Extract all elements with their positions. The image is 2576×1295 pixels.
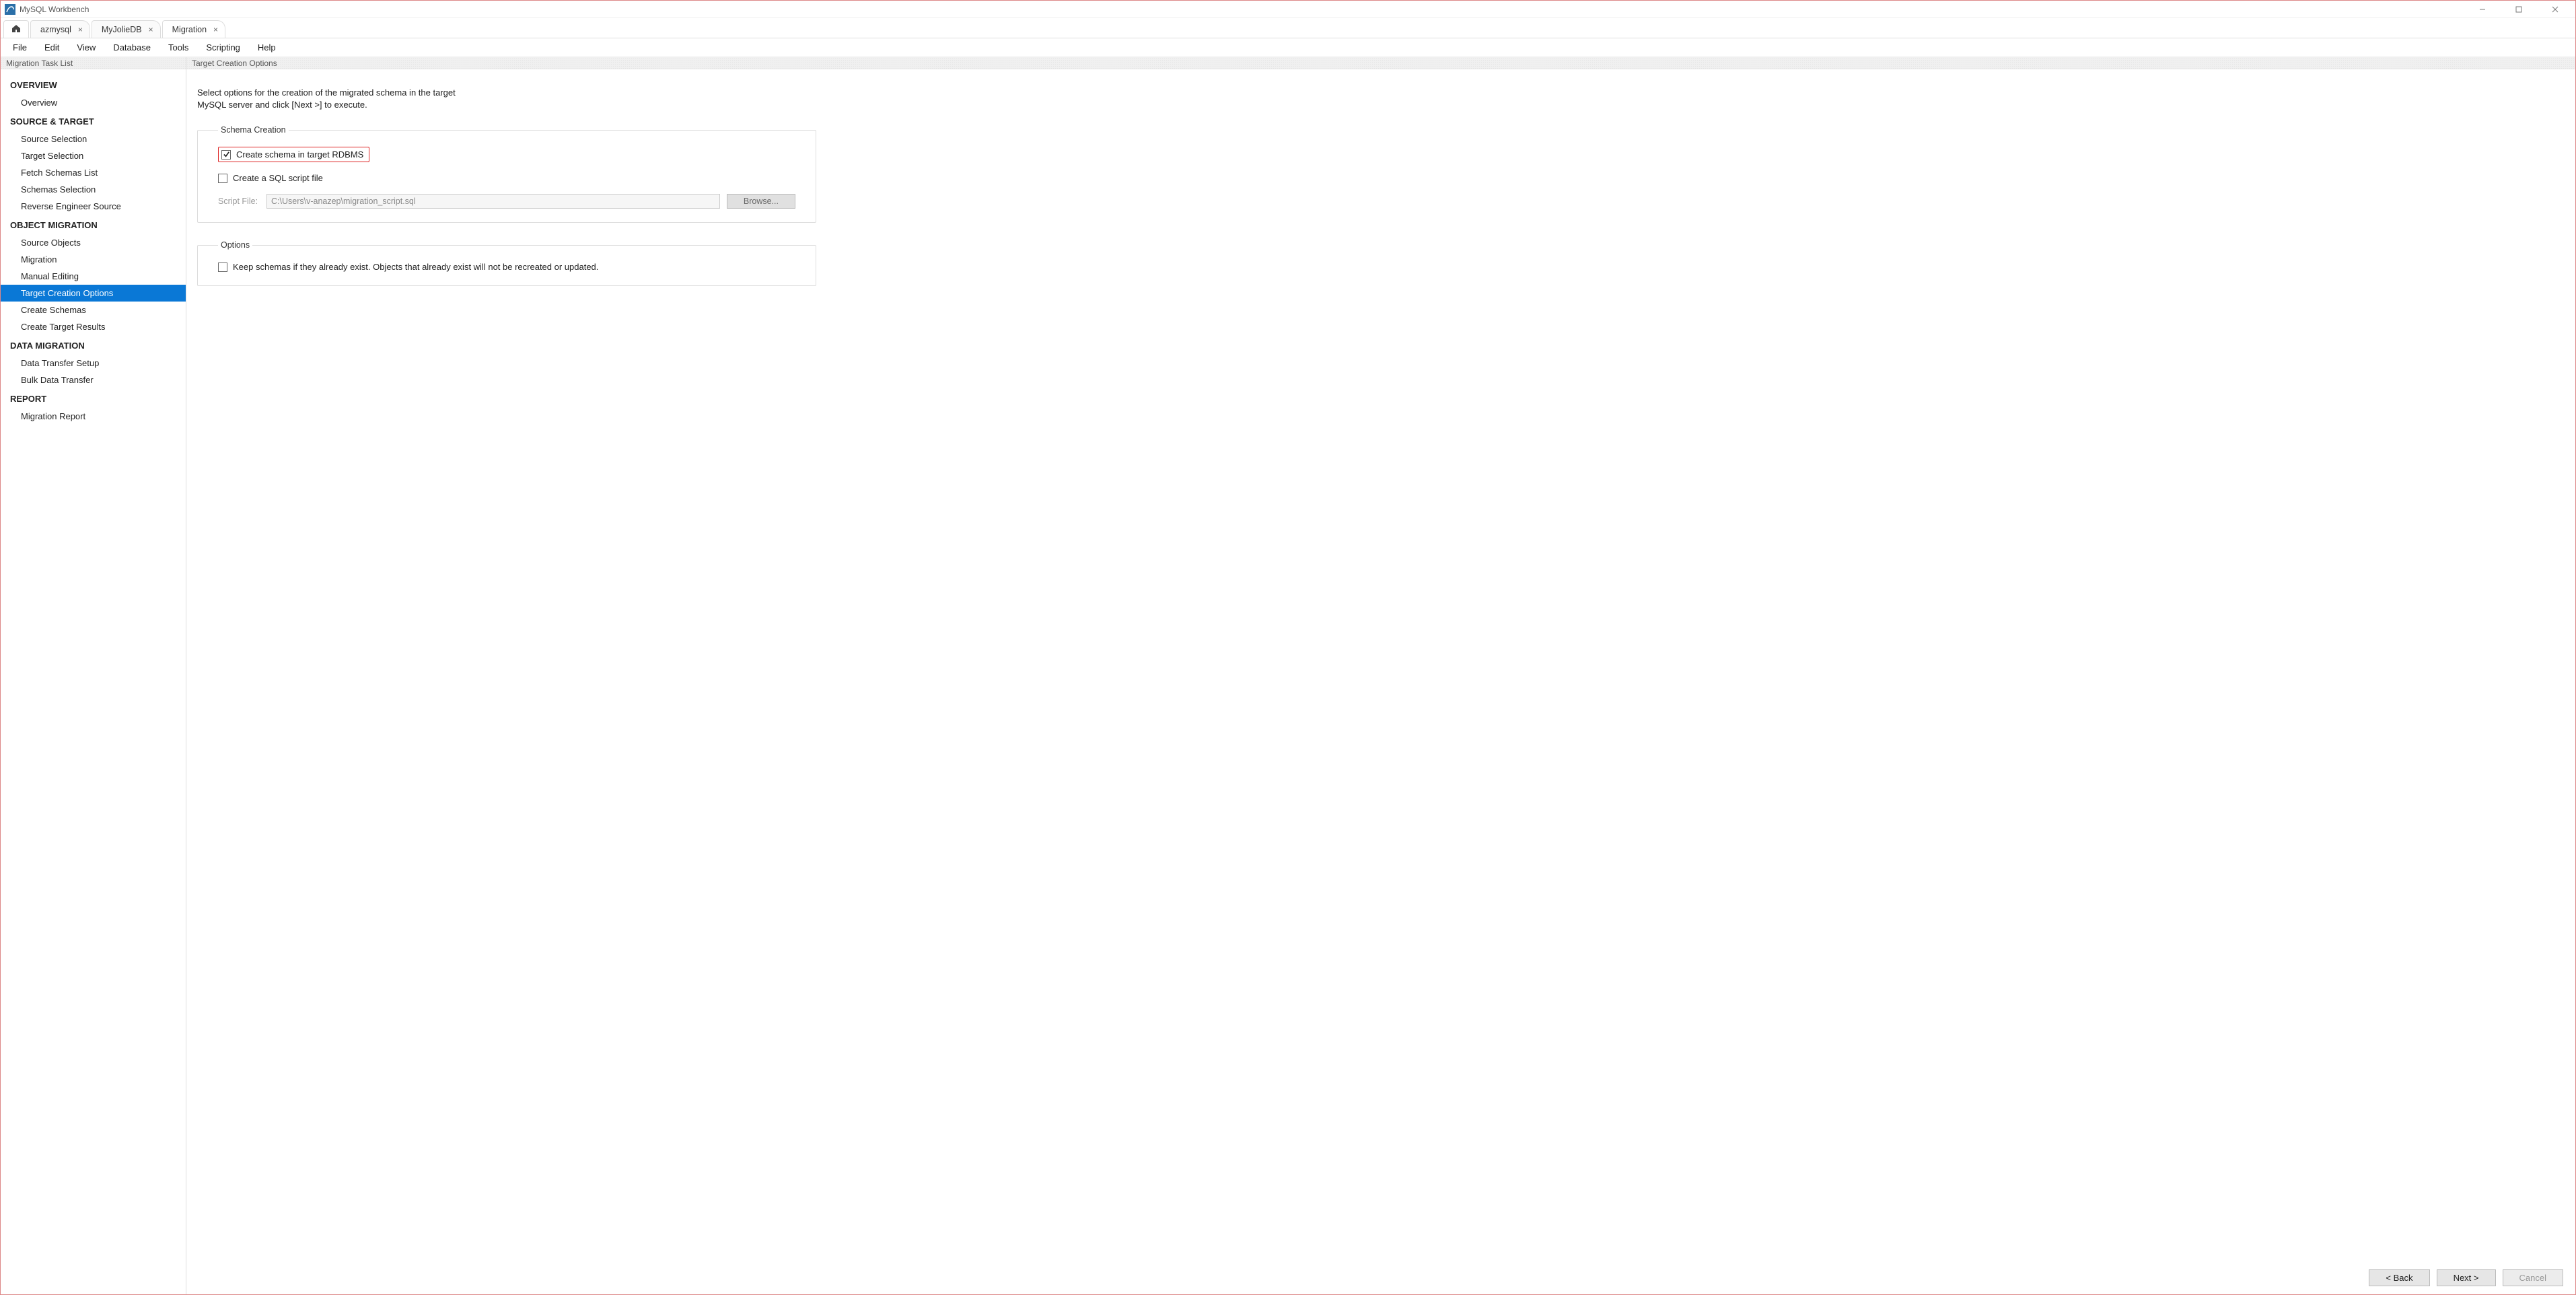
instruction-text: Select options for the creation of the m… xyxy=(197,87,2565,110)
task-group-overview: OVERVIEW xyxy=(1,75,186,94)
sidebar: Migration Task List OVERVIEW Overview SO… xyxy=(1,57,186,1294)
task-migration-report[interactable]: Migration Report xyxy=(1,408,186,425)
task-create-target-results[interactable]: Create Target Results xyxy=(1,318,186,335)
task-source-objects[interactable]: Source Objects xyxy=(1,234,186,251)
options-legend: Options xyxy=(218,240,252,250)
content-area: Migration Task List OVERVIEW Overview SO… xyxy=(1,57,2575,1294)
task-data-transfer-setup[interactable]: Data Transfer Setup xyxy=(1,355,186,372)
browse-button: Browse... xyxy=(727,194,795,209)
task-migration[interactable]: Migration xyxy=(1,251,186,268)
keep-schemas-checkbox[interactable] xyxy=(218,262,227,272)
create-schema-label: Create schema in target RDBMS xyxy=(236,149,363,160)
task-group-object-migration: OBJECT MIGRATION xyxy=(1,215,186,234)
task-group-source-target: SOURCE & TARGET xyxy=(1,111,186,131)
tab-label: MyJolieDB xyxy=(102,25,142,34)
app-icon xyxy=(5,4,15,15)
task-target-selection[interactable]: Target Selection xyxy=(1,147,186,164)
create-script-checkbox[interactable] xyxy=(218,174,227,183)
close-icon[interactable]: × xyxy=(213,26,218,34)
task-target-creation-options[interactable]: Target Creation Options xyxy=(1,285,186,302)
instruction-line2: MySQL server and click [Next >] to execu… xyxy=(197,100,367,110)
tab-label: azmysql xyxy=(40,25,71,34)
menu-tools[interactable]: Tools xyxy=(160,40,196,55)
maximize-button[interactable] xyxy=(2507,3,2531,16)
menu-file[interactable]: File xyxy=(5,40,35,55)
task-fetch-schemas[interactable]: Fetch Schemas List xyxy=(1,164,186,181)
window-controls xyxy=(2470,3,2571,16)
task-group-report: REPORT xyxy=(1,388,186,408)
task-schemas-selection[interactable]: Schemas Selection xyxy=(1,181,186,198)
migration-task-list: OVERVIEW Overview SOURCE & TARGET Source… xyxy=(1,69,186,430)
keep-schemas-label: Keep schemas if they already exist. Obje… xyxy=(233,262,598,272)
close-button[interactable] xyxy=(2543,3,2567,16)
task-bulk-data-transfer[interactable]: Bulk Data Transfer xyxy=(1,372,186,388)
tabbar: azmysql × MyJolieDB × Migration × xyxy=(1,18,2575,38)
tab-myjoliedb[interactable]: MyJolieDB × xyxy=(92,20,161,38)
instruction-line1: Select options for the creation of the m… xyxy=(197,88,456,98)
menubar: File Edit View Database Tools Scripting … xyxy=(1,38,2575,57)
menu-help[interactable]: Help xyxy=(250,40,284,55)
minimize-button[interactable] xyxy=(2470,3,2495,16)
home-tab[interactable] xyxy=(3,20,29,38)
tab-label: Migration xyxy=(172,25,207,34)
window-title: MySQL Workbench xyxy=(20,5,89,14)
close-icon[interactable]: × xyxy=(78,26,83,34)
menu-database[interactable]: Database xyxy=(105,40,159,55)
menu-view[interactable]: View xyxy=(69,40,104,55)
main-body: Select options for the creation of the m… xyxy=(186,69,2575,1264)
close-icon[interactable]: × xyxy=(149,26,153,34)
menu-scripting[interactable]: Scripting xyxy=(198,40,248,55)
create-schema-checkbox[interactable] xyxy=(221,150,231,160)
schema-creation-legend: Schema Creation xyxy=(218,125,289,135)
main-panel: Target Creation Options Select options f… xyxy=(186,57,2575,1294)
home-icon xyxy=(11,23,22,36)
task-reverse-engineer[interactable]: Reverse Engineer Source xyxy=(1,198,186,215)
script-file-input xyxy=(266,194,720,209)
script-file-label: Script File: xyxy=(218,197,258,206)
task-group-data-migration: DATA MIGRATION xyxy=(1,335,186,355)
create-script-label: Create a SQL script file xyxy=(233,173,323,183)
task-manual-editing[interactable]: Manual Editing xyxy=(1,268,186,285)
sidebar-header: Migration Task List xyxy=(1,57,186,69)
task-source-selection[interactable]: Source Selection xyxy=(1,131,186,147)
task-create-schemas[interactable]: Create Schemas xyxy=(1,302,186,318)
options-group: Options Keep schemas if they already exi… xyxy=(197,240,816,286)
tab-azmysql[interactable]: azmysql × xyxy=(30,20,90,38)
schema-creation-group: Schema Creation Create schema in target … xyxy=(197,125,816,223)
tab-migration[interactable]: Migration × xyxy=(162,20,225,38)
next-button[interactable]: Next > xyxy=(2437,1269,2496,1286)
titlebar: MySQL Workbench xyxy=(1,1,2575,18)
cancel-button: Cancel xyxy=(2503,1269,2563,1286)
app-window: MySQL Workbench azmysql × MyJolieDB × Mi… xyxy=(0,0,2576,1295)
back-button[interactable]: < Back xyxy=(2369,1269,2429,1286)
menu-edit[interactable]: Edit xyxy=(36,40,67,55)
task-overview[interactable]: Overview xyxy=(1,94,186,111)
wizard-footer: < Back Next > Cancel xyxy=(186,1264,2575,1294)
main-header: Target Creation Options xyxy=(186,57,2575,69)
